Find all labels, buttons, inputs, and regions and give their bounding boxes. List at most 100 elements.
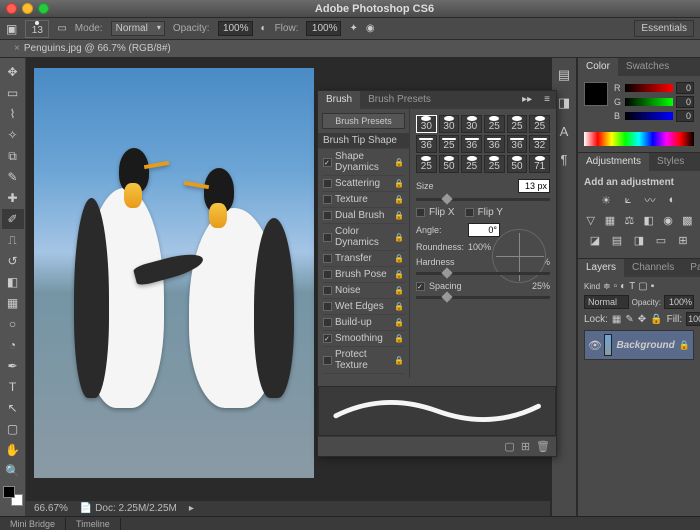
pressure-size-icon[interactable]: ◉ bbox=[366, 23, 375, 34]
brush-option-wet-edges[interactable]: Wet Edges🔒 bbox=[322, 299, 405, 315]
eyedropper-tool[interactable]: ✎ bbox=[2, 167, 24, 187]
flipy-checkbox[interactable] bbox=[465, 208, 474, 217]
workspace-switcher[interactable]: Essentials bbox=[634, 20, 694, 37]
curves-icon[interactable]: 〰 bbox=[642, 192, 658, 208]
tab-styles[interactable]: Styles bbox=[649, 153, 692, 171]
tab-mini-bridge[interactable]: Mini Bridge bbox=[0, 518, 66, 530]
b-input[interactable]: 0 bbox=[676, 110, 694, 122]
checkbox-icon[interactable] bbox=[323, 286, 332, 295]
lock-pixel-icon[interactable]: ✎ bbox=[625, 314, 633, 325]
new-preset-icon[interactable]: ▢ bbox=[504, 440, 514, 453]
layer-thumbnail[interactable] bbox=[604, 334, 612, 356]
lock-icon[interactable]: 🔒 bbox=[394, 254, 404, 263]
lock-icon[interactable]: 🔒 bbox=[394, 233, 404, 242]
g-input[interactable]: 0 bbox=[676, 96, 694, 108]
brush-tip-swatch[interactable]: 36 bbox=[461, 135, 482, 153]
spacing-checkbox[interactable] bbox=[416, 282, 425, 291]
brush-preset-picker[interactable]: 13 bbox=[25, 20, 49, 38]
mixer-icon[interactable]: ▩ bbox=[681, 212, 694, 228]
posterize-icon[interactable]: ▤ bbox=[609, 232, 625, 248]
brush-tip-shape[interactable]: Brush Tip Shape bbox=[318, 133, 409, 149]
opacity-input[interactable]: 100% bbox=[218, 21, 253, 36]
lock-icon[interactable]: 🔒 bbox=[394, 179, 404, 188]
brush-tip-swatch[interactable]: 30 bbox=[439, 115, 460, 133]
trash-icon[interactable]: 🗑 bbox=[536, 440, 550, 453]
create-brush-icon[interactable]: ⊞ bbox=[521, 440, 530, 453]
tab-brush-presets[interactable]: Brush Presets bbox=[360, 91, 439, 109]
layer-opacity-input[interactable]: 100% bbox=[664, 295, 694, 309]
minimize-icon[interactable] bbox=[22, 3, 33, 14]
pen-tool[interactable]: ✒ bbox=[2, 356, 24, 376]
photo-filter-icon[interactable]: ◉ bbox=[661, 212, 674, 228]
brush-tip-swatch[interactable]: 71 bbox=[529, 155, 550, 173]
tab-adjustments[interactable]: Adjustments bbox=[578, 153, 649, 171]
brush-tip-swatch[interactable]: 25 bbox=[484, 155, 505, 173]
wand-tool[interactable]: ✧ bbox=[2, 125, 24, 145]
color-spectrum[interactable] bbox=[584, 132, 694, 146]
checkbox-icon[interactable] bbox=[323, 270, 332, 279]
brush-tip-swatch[interactable]: 32 bbox=[529, 135, 550, 153]
brush-tip-swatch[interactable]: 36 bbox=[507, 135, 528, 153]
collapse-icon[interactable]: ▸▸ bbox=[516, 91, 538, 109]
lock-trans-icon[interactable]: ▦ bbox=[612, 314, 621, 325]
close-tab-icon[interactable]: × bbox=[14, 43, 20, 54]
filter-adj-icon[interactable]: ◐ bbox=[620, 281, 626, 292]
brush-option-protect-texture[interactable]: Protect Texture🔒 bbox=[322, 347, 405, 374]
crop-tool[interactable]: ⧉ bbox=[2, 146, 24, 166]
flow-input[interactable]: 100% bbox=[306, 21, 341, 36]
filter-pixel-icon[interactable]: ▫ bbox=[614, 281, 618, 292]
lock-pos-icon[interactable]: ✥ bbox=[638, 314, 646, 325]
history-brush-tool[interactable]: ↺ bbox=[2, 251, 24, 271]
visibility-icon[interactable]: 👁 bbox=[588, 339, 600, 352]
checkbox-icon[interactable] bbox=[323, 334, 332, 343]
checkbox-icon[interactable] bbox=[323, 254, 332, 263]
heal-tool[interactable]: ✚ bbox=[2, 188, 24, 208]
hue-icon[interactable]: ▦ bbox=[603, 212, 616, 228]
dodge-tool[interactable]: ◔ bbox=[2, 335, 24, 355]
close-icon[interactable] bbox=[6, 3, 17, 14]
document-canvas[interactable] bbox=[34, 68, 314, 478]
selective-icon[interactable]: ⊞ bbox=[675, 232, 691, 248]
panel-menu-icon[interactable]: ≡ bbox=[538, 91, 556, 109]
brush-option-smoothing[interactable]: Smoothing🔒 bbox=[322, 331, 405, 347]
blend-mode-select[interactable]: Normal bbox=[111, 21, 165, 36]
brush-tip-swatch[interactable]: 36 bbox=[484, 135, 505, 153]
tab-channels[interactable]: Channels bbox=[624, 259, 682, 277]
brush-option-noise[interactable]: Noise🔒 bbox=[322, 283, 405, 299]
path-tool[interactable]: ↖ bbox=[2, 398, 24, 418]
threshold-icon[interactable]: ◨ bbox=[631, 232, 647, 248]
type-tool[interactable]: T bbox=[2, 377, 24, 397]
lock-icon[interactable]: 🔒 bbox=[394, 318, 404, 327]
zoom-level[interactable]: 66.67% bbox=[34, 503, 68, 514]
pressure-opacity-icon[interactable]: ◐ bbox=[261, 23, 267, 34]
hand-tool[interactable]: ✋ bbox=[2, 440, 24, 460]
brush-presets-button[interactable]: Brush Presets bbox=[322, 113, 405, 129]
brush-tip-swatch[interactable]: 25 bbox=[484, 115, 505, 133]
layer-row[interactable]: 👁 Background 🔒 bbox=[584, 330, 694, 360]
document-tab[interactable]: × Penguins.jpg @ 66.7% (RGB/8#) bbox=[0, 40, 700, 58]
lock-icon[interactable]: 🔒 bbox=[394, 286, 404, 295]
lock-icon[interactable]: 🔒 bbox=[394, 270, 404, 279]
brush-tip-swatch[interactable]: 25 bbox=[416, 155, 437, 173]
doc-info[interactable]: 📄 Doc: 2.25M/2.25M bbox=[80, 503, 177, 514]
g-slider[interactable] bbox=[625, 98, 673, 106]
shape-tool[interactable]: ▢ bbox=[2, 419, 24, 439]
color-swatches[interactable] bbox=[3, 486, 23, 506]
status-arrow-icon[interactable]: ▸ bbox=[189, 503, 194, 514]
brush-tip-swatch[interactable]: 30 bbox=[461, 115, 482, 133]
tab-brush[interactable]: Brush bbox=[318, 91, 360, 109]
tab-swatches[interactable]: Swatches bbox=[618, 58, 677, 76]
brush-tip-swatch[interactable]: 25 bbox=[529, 115, 550, 133]
size-slider[interactable] bbox=[416, 198, 550, 201]
history-panel-icon[interactable]: ▤ bbox=[555, 66, 573, 84]
invert-icon[interactable]: ◪ bbox=[587, 232, 603, 248]
brush-option-dual-brush[interactable]: Dual Brush🔒 bbox=[322, 208, 405, 224]
checkbox-icon[interactable] bbox=[323, 233, 332, 242]
size-input[interactable]: 13 px bbox=[518, 179, 550, 193]
marquee-tool[interactable]: ▭ bbox=[2, 83, 24, 103]
lock-icon[interactable]: 🔒 bbox=[394, 334, 404, 343]
brush-option-color-dynamics[interactable]: Color Dynamics🔒 bbox=[322, 224, 405, 251]
levels-icon[interactable]: ⟀ bbox=[620, 192, 636, 208]
brush-tip-swatch[interactable]: 50 bbox=[439, 155, 460, 173]
brush-option-transfer[interactable]: Transfer🔒 bbox=[322, 251, 405, 267]
